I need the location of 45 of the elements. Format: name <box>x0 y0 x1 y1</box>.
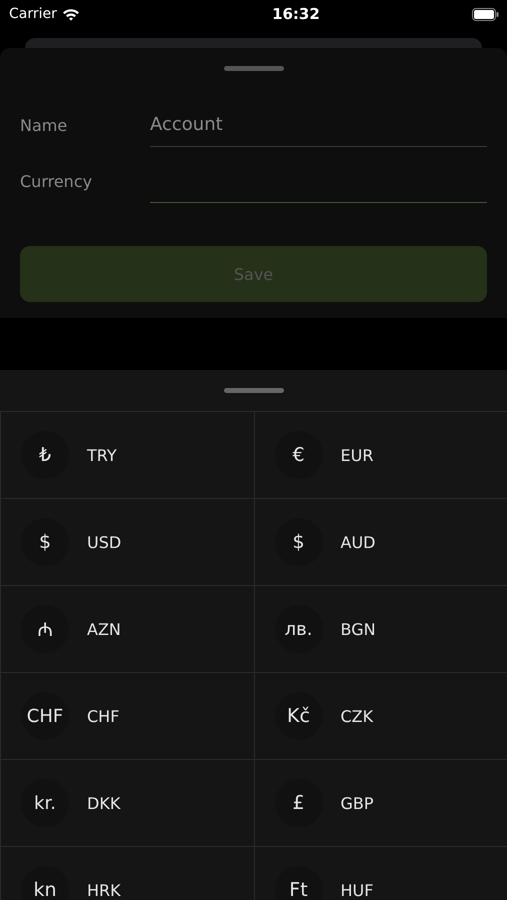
currency-symbol: € <box>274 431 322 479</box>
currency-code: USD <box>87 532 122 552</box>
currency-symbol: лв. <box>274 605 322 653</box>
currency-code: DKK <box>87 794 120 812</box>
currency-cell[interactable]: Kč CZK <box>254 673 507 760</box>
currency-cell[interactable]: Ft HUF <box>254 847 507 900</box>
sheet-grabber[interactable] <box>224 66 284 71</box>
currency-cell[interactable]: kr. DKK <box>0 760 254 847</box>
currency-code: AUD <box>340 532 376 552</box>
wifi-icon <box>62 8 80 20</box>
currency-symbol: Kč <box>274 692 322 740</box>
currency-code: AZN <box>87 620 121 638</box>
field-label: Currency <box>20 172 94 193</box>
currency-cell[interactable]: € EUR <box>254 412 507 499</box>
currency-symbol: kr. <box>21 779 69 827</box>
battery-icon <box>472 8 499 20</box>
currency-code: TRY <box>87 446 117 464</box>
carrier-label: Carrier <box>9 6 57 22</box>
currency-code: EUR <box>340 446 374 464</box>
currency-cell[interactable]: лв. BGN <box>254 586 507 673</box>
currency-cell[interactable]: $ AUD <box>254 499 507 586</box>
currency-cell[interactable]: CHF CHF <box>0 673 254 760</box>
currency-code: CZK <box>340 706 374 726</box>
currency-symbol: Ft <box>274 866 322 900</box>
currency-symbol: ₺ <box>21 431 69 479</box>
field-label: Name <box>20 116 68 137</box>
currency-symbol: kn <box>21 866 69 900</box>
currency-cell[interactable]: £ GBP <box>254 760 507 847</box>
currency-cell[interactable]: ₼ AZN <box>0 586 254 673</box>
currency-symbol: £ <box>274 779 322 827</box>
currency-cell[interactable]: ₺ TRY <box>0 412 254 499</box>
currency-cell[interactable]: kn HRK <box>0 847 254 900</box>
currency-code: BGN <box>340 620 376 638</box>
currency-symbol: ₼ <box>21 605 69 653</box>
currency-code: HUF <box>340 880 374 900</box>
text-field[interactable]: Account <box>150 102 487 147</box>
clock-time: 16:32 <box>272 5 320 23</box>
currency-symbol: $ <box>274 518 322 566</box>
sheet-grabber[interactable] <box>224 388 284 393</box>
currency-cell[interactable]: $ USD <box>0 499 254 586</box>
currency-code: GBP <box>340 794 374 812</box>
currency-code: HRK <box>87 880 121 900</box>
currency-code: CHF <box>87 706 120 726</box>
currency-symbol: $ <box>21 518 69 566</box>
currency-symbol: CHF <box>21 692 69 740</box>
